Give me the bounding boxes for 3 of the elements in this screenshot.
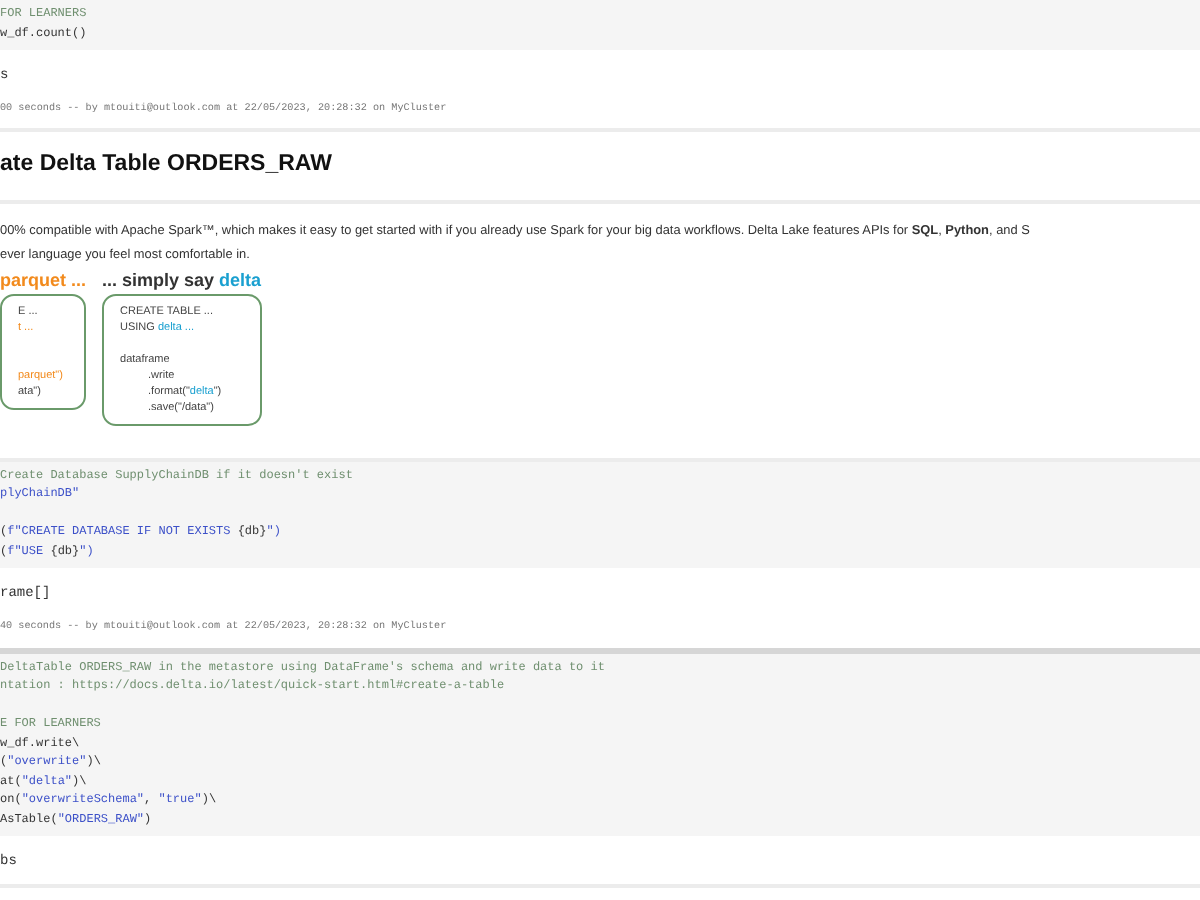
panel-heading: parquet ...	[0, 267, 87, 294]
section-heading: ate Delta Table ORDERS_RAW	[0, 150, 332, 181]
panel-heading: ... simply say delta	[102, 267, 262, 294]
